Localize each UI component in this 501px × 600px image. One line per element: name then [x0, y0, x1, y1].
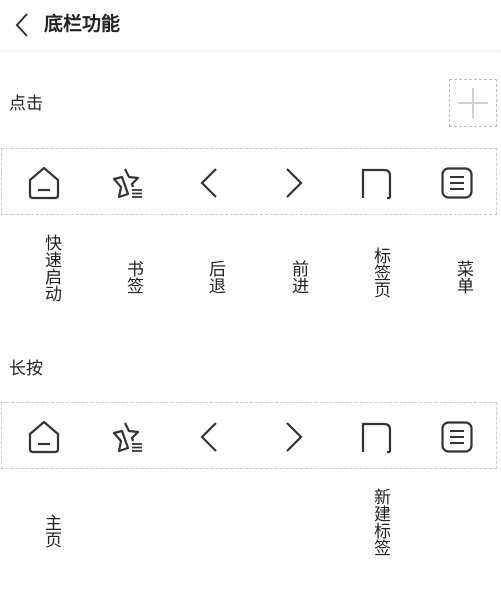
- home-icon: [28, 420, 60, 453]
- click-label-menu: 菜单: [453, 260, 473, 294]
- long-press-section-label: 长按: [9, 359, 43, 379]
- click-slot-menu[interactable]: [427, 149, 487, 216]
- app-header: 底栏功能: [0, 0, 501, 50]
- add-button[interactable]: [449, 79, 497, 127]
- click-slot-back[interactable]: [180, 149, 240, 216]
- long-slot-menu[interactable]: [427, 403, 487, 470]
- click-label-tabs: 标签页: [370, 247, 390, 298]
- menu-icon: [441, 420, 473, 453]
- page-title: 底栏功能: [44, 13, 121, 35]
- tabs-icon: [361, 422, 392, 453]
- long-slot-bookmarks[interactable]: [97, 403, 157, 470]
- back-arrow-icon: [200, 421, 217, 452]
- long-label-new-tab: 新建标签: [370, 488, 390, 556]
- click-label-quick-launch: 快速启动: [41, 234, 61, 302]
- click-section-label: 点击: [9, 94, 43, 114]
- click-label-forward: 前进: [288, 260, 308, 294]
- forward-arrow-icon: [286, 167, 303, 198]
- click-label-bookmarks: 书签: [123, 260, 143, 294]
- long-label-home: 主页: [41, 514, 61, 548]
- back-arrow-icon: [200, 167, 217, 198]
- click-slot-forward[interactable]: [263, 149, 323, 216]
- click-slot-bookmarks[interactable]: [97, 149, 157, 216]
- click-action-bar: [1, 148, 497, 215]
- long-slot-home[interactable]: [14, 403, 74, 470]
- long-slot-back[interactable]: [180, 403, 240, 470]
- home-icon: [28, 166, 60, 199]
- long-slot-forward[interactable]: [263, 403, 323, 470]
- click-slot-home[interactable]: [14, 149, 74, 216]
- menu-icon: [441, 166, 473, 199]
- tabs-icon: [361, 168, 392, 199]
- back-button[interactable]: [8, 10, 36, 40]
- long-slot-tabs[interactable]: [346, 403, 406, 470]
- forward-arrow-icon: [286, 421, 303, 452]
- bookmark-star-icon: [112, 422, 142, 452]
- plus-icon: [458, 88, 488, 118]
- click-label-back: 后退: [205, 260, 225, 294]
- bookmark-star-icon: [112, 168, 142, 198]
- chevron-left-icon: [15, 13, 28, 37]
- click-slot-tabs[interactable]: [346, 149, 406, 216]
- long-press-action-bar: [1, 402, 497, 469]
